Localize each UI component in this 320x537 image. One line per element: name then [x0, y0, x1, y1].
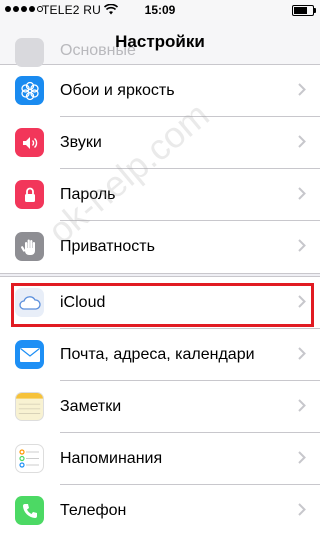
cloud-icon	[15, 288, 44, 317]
row-label: Пароль	[60, 186, 116, 203]
chevron-right-icon	[298, 135, 306, 148]
row-label: Почта, адреса, календари	[60, 346, 255, 363]
settings-row-phone[interactable]: Телефон	[0, 485, 320, 537]
settings-row-icloud[interactable]: iCloud	[0, 277, 320, 329]
settings-group-display: Обои и яркость Звуки Пароль Приватность	[0, 65, 320, 274]
settings-group-accounts: iCloud Почта, адреса, календари Заметки	[0, 276, 320, 537]
settings-row-mail[interactable]: Почта, адреса, календари	[0, 329, 320, 381]
page-title: Настройки	[115, 32, 205, 51]
battery-icon	[292, 5, 316, 16]
chevron-right-icon	[298, 187, 306, 200]
row-label: Обои и яркость	[60, 82, 175, 99]
settings-row-wallpaper[interactable]: Обои и яркость	[0, 65, 320, 117]
chevron-right-icon	[298, 503, 306, 516]
chevron-right-icon	[298, 347, 306, 360]
clock: 15:09	[144, 3, 176, 17]
settings-row-notes[interactable]: Заметки	[0, 381, 320, 433]
settings-row-privacy[interactable]: Приватность	[0, 221, 320, 273]
hand-icon	[15, 232, 44, 261]
row-label: Приватность	[60, 238, 155, 255]
lock-icon	[15, 180, 44, 209]
phone-icon	[15, 496, 44, 525]
row-label: iCloud	[60, 294, 106, 311]
navigation-bar: Основные Настройки	[0, 20, 320, 67]
settings-row-reminders[interactable]: Напоминания	[0, 433, 320, 485]
chevron-right-icon	[298, 239, 306, 252]
speaker-icon	[15, 128, 44, 157]
wallpaper-flower-icon	[15, 76, 44, 105]
reminders-icon	[15, 444, 44, 473]
settings-row-passcode[interactable]: Пароль	[0, 169, 320, 221]
chevron-right-icon	[298, 83, 306, 96]
row-label: Заметки	[60, 398, 122, 415]
row-label: Телефон	[60, 502, 127, 519]
chevron-right-icon	[298, 451, 306, 464]
chevron-right-icon	[298, 399, 306, 412]
settings-row-sounds[interactable]: Звуки	[0, 117, 320, 169]
row-label: Звуки	[60, 134, 102, 151]
notes-icon	[15, 392, 44, 421]
status-bar: TELE2 RU 15:09	[0, 0, 320, 20]
mail-icon	[15, 340, 44, 369]
chevron-right-icon	[298, 295, 306, 308]
row-label: Напоминания	[60, 450, 163, 467]
